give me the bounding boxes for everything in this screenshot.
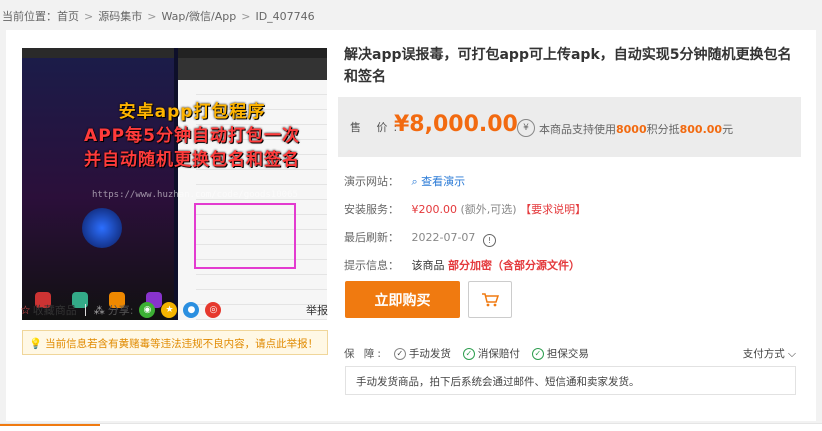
install-note: (额外,可选) — [460, 203, 517, 216]
favorite-button[interactable]: ☆ 收藏商品 — [20, 302, 77, 318]
report-notice[interactable]: 💡 当前信息若含有黄赌毒等违法违规不良内容，请点此举报！ — [22, 330, 328, 355]
refresh-row: 最后刷新： 2022-07-07 ! — [344, 229, 496, 247]
add-to-cart-button[interactable] — [468, 281, 512, 318]
tips-row: 提示信息： 该商品 部分加密（含部分源文件） — [344, 257, 580, 273]
emulator-screenshot — [22, 48, 174, 320]
guarantee-item-label: 消保赔付 — [477, 348, 520, 360]
install-price: ¥200.00 — [411, 203, 458, 216]
credit-suffix: 元 — [722, 123, 734, 136]
cart-icon — [482, 292, 499, 306]
price-box: 售 价: ¥8,000.00 ¥ 本商品支持使用8000积分抵800.00元 — [338, 97, 801, 157]
install-label: 安装服务： — [344, 203, 399, 216]
guarantee-escrow: ✓ 担保交易 — [531, 346, 589, 361]
credit-prefix: 本商品支持使用 — [539, 123, 616, 136]
qzone-icon[interactable]: ★ — [161, 302, 178, 318]
wechat-icon[interactable]: ◉ — [139, 302, 156, 318]
bottom-tabs — [0, 423, 822, 431]
check-icon: ✓ — [462, 347, 475, 360]
share-row: ☆ 收藏商品 ⁂ 分享: ◉ ★ ● ◎ 举报 — [20, 298, 328, 322]
shipping-description: 手动发货商品，拍下后系统会通过邮件、短信通和卖家发货。 — [345, 366, 796, 395]
tips-value: 部分加密（含部分源文件） — [448, 259, 580, 272]
overlay-line: 安卓app打包程序 — [118, 102, 266, 122]
credit-info: 本商品支持使用8000积分抵800.00元 — [539, 121, 733, 137]
overlay-line: 并自动随机更换包名和签名 — [84, 150, 300, 170]
divider — [84, 304, 86, 316]
share-label: ⁂ 分享: — [94, 302, 134, 318]
overlay-line: APP每5分钟自动打包一次 — [84, 126, 300, 146]
active-tab-indicator — [0, 424, 100, 426]
app-logo-icon — [82, 208, 122, 248]
guarantee-item-label: 手动发货 — [408, 348, 451, 360]
credit-mid: 积分抵 — [646, 123, 680, 136]
refresh-date: 2022-07-07 — [411, 231, 476, 244]
breadcrumb-category[interactable]: Wap/微信/App — [161, 10, 236, 23]
search-icon: ⌕ — [411, 175, 418, 188]
notice-text: 当前信息若含有黄赌毒等违法违规不良内容，请点此举报！ — [45, 338, 319, 350]
qq-icon[interactable]: ● — [183, 302, 200, 318]
payment-label: 支付方式 — [742, 348, 785, 360]
install-row: 安装服务： ¥200.00 (额外,可选) 【要求说明】 — [344, 201, 586, 217]
demo-label: 演示网站： — [344, 175, 399, 188]
product-title: 解决app误报毒，可打包app可上传apk，自动实现5分钟随机更换包名和签名 — [344, 47, 792, 85]
favorite-label: 收藏商品 — [32, 304, 77, 317]
demo-link[interactable]: 查看演示 — [421, 175, 465, 188]
product-image[interactable]: https://www.huzhan.com/code/goods10065 安… — [22, 48, 327, 320]
guarantee-label: 保 障: — [344, 348, 384, 360]
tips-label: 提示信息： — [344, 259, 399, 272]
lightbulb-icon: 💡 — [29, 338, 43, 350]
guarantee-row: 保 障: ✓ 手动发货 ✓ 消保赔付 ✓ 担保交易 支付方式 ⌵ — [344, 346, 796, 361]
check-icon: ✓ — [531, 347, 544, 360]
share-text: 分享: — [107, 304, 134, 317]
tips-prefix: 该商品 — [411, 259, 445, 272]
guarantee-manual-shipping: ✓ 手动发货 — [393, 346, 451, 361]
payment-method-dropdown[interactable]: 支付方式 ⌵ — [743, 346, 796, 361]
highlight-box — [194, 203, 296, 269]
report-link[interactable]: 举报 — [306, 302, 328, 318]
app-list-screenshot — [178, 48, 327, 320]
breadcrumb-current: ID_407746 — [255, 10, 315, 23]
product-panel: https://www.huzhan.com/code/goods10065 安… — [6, 30, 816, 421]
breadcrumb-separator: > — [147, 10, 157, 23]
breadcrumb: 当前位置：首页 > 源码集市 > Wap/微信/App > ID_407746 — [0, 0, 822, 30]
info-icon[interactable]: ! — [482, 234, 496, 247]
credit-points: 8000 — [616, 123, 647, 136]
image-watermark: https://www.huzhan.com/code/goods10065 — [92, 190, 298, 200]
check-icon: ✓ — [393, 347, 406, 360]
credit-icon: ¥ — [517, 119, 535, 137]
guarantee-compensation: ✓ 消保赔付 — [462, 346, 520, 361]
breadcrumb-separator: > — [241, 10, 251, 23]
breadcrumb-separator: > — [84, 10, 94, 23]
share-icon: ⁂ — [93, 303, 105, 317]
guarantee-item-label: 担保交易 — [546, 348, 589, 360]
demo-row: 演示网站： ⌕ 查看演示 — [344, 173, 465, 189]
image-overlay-text: 安卓app打包程序 APP每5分钟自动打包一次 并自动随机更换包名和签名 — [62, 100, 322, 172]
breadcrumb-home[interactable]: 首页 — [57, 10, 79, 23]
price-value: ¥8,000.00 — [394, 112, 518, 137]
chevron-down-icon: ⌵ — [784, 348, 796, 360]
buy-now-button[interactable]: 立即购买 — [345, 281, 460, 318]
breadcrumb-prefix: 当前位置： — [2, 10, 57, 23]
weibo-icon[interactable]: ◎ — [205, 302, 222, 318]
credit-value: 800.00 — [679, 123, 723, 136]
breadcrumb-market[interactable]: 源码集市 — [98, 10, 142, 23]
star-icon: ☆ — [20, 303, 31, 317]
install-requirements-link[interactable]: 【要求说明】 — [520, 203, 586, 216]
refresh-label: 最后刷新： — [344, 231, 399, 244]
